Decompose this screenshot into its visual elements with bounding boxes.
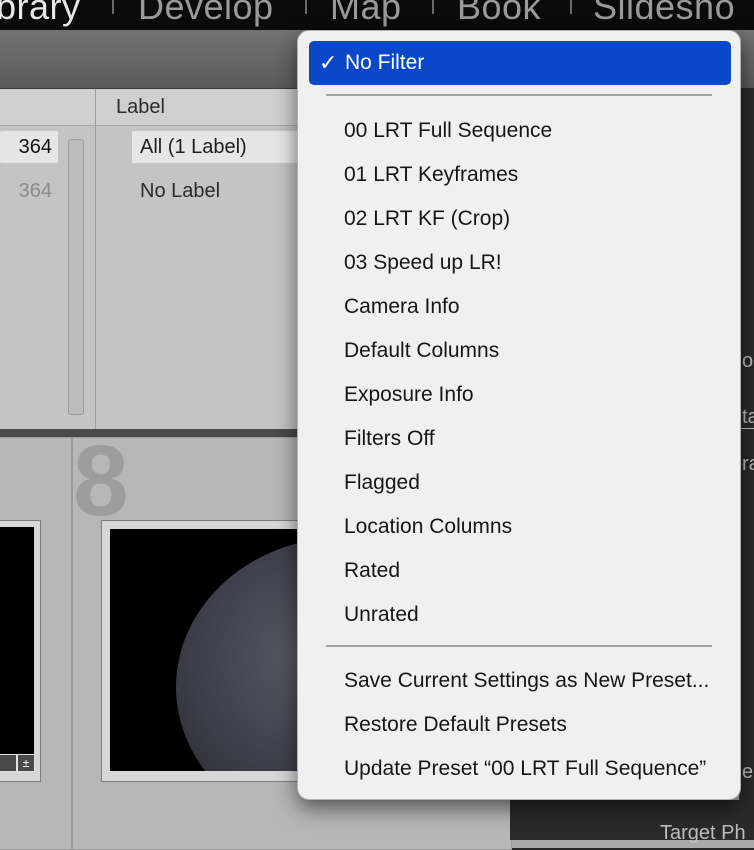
menu-item-preset[interactable]: Filters Off	[344, 424, 435, 454]
module-map[interactable]: Map	[330, 0, 402, 28]
menu-item-preset[interactable]: Flagged	[344, 468, 420, 498]
module-separator	[112, 0, 114, 14]
module-separator	[570, 0, 572, 14]
label-row-all[interactable]: All (1 Label)	[132, 131, 318, 163]
menu-item-preset[interactable]: Location Columns	[344, 512, 512, 542]
right-panel-fragment: ra	[742, 453, 754, 475]
module-develop[interactable]: Develop	[138, 0, 274, 28]
column-divider[interactable]	[95, 89, 96, 429]
menu-item-preset[interactable]: Rated	[344, 556, 400, 586]
lower-right-panel: Target Ph	[510, 800, 754, 844]
menu-item-preset[interactable]: Default Columns	[344, 336, 499, 366]
custom-filter-menu: ✓ No Filter 00 LRT Full Sequence 01 LRT …	[297, 30, 741, 800]
label-row-no-label[interactable]: No Label	[132, 175, 228, 207]
module-picker: brary Develop Map Book Slidesho	[0, 0, 754, 30]
count-value: 364	[18, 136, 52, 158]
right-panel: o ta	[739, 88, 754, 428]
module-separator	[305, 0, 307, 14]
menu-item-restore-defaults[interactable]: Restore Default Presets	[344, 710, 567, 740]
menu-item-update-preset[interactable]: Update Preset “00 LRT Full Sequence”	[344, 754, 706, 784]
count-cell: 364	[0, 131, 58, 163]
checkmark-icon: ✓	[319, 50, 338, 75]
count-cell: 364	[0, 175, 58, 207]
right-panel-fragment: o	[742, 350, 754, 372]
menu-item-preset[interactable]: Unrated	[344, 600, 419, 630]
grid-cell[interactable]: ±	[0, 437, 72, 850]
edit-badge-icon: ±	[17, 754, 35, 772]
right-panel: ra e	[739, 429, 754, 840]
menu-item-label: No Filter	[345, 51, 425, 74]
menu-item-preset[interactable]: Camera Info	[344, 292, 460, 322]
column-scrollbar[interactable]	[68, 139, 84, 415]
right-panel-fragment: ta	[742, 406, 754, 428]
menu-item-preset[interactable]: Exposure Info	[344, 380, 474, 410]
menu-item-preset[interactable]: 00 LRT Full Sequence	[344, 116, 552, 146]
right-panel-fragment: e	[742, 761, 754, 783]
module-slideshow[interactable]: Slidesho	[593, 0, 735, 28]
menu-item-preset[interactable]: 01 LRT Keyframes	[344, 160, 518, 190]
thumbnail[interactable]	[0, 527, 34, 771]
menu-item-preset[interactable]: 02 LRT KF (Crop)	[344, 204, 510, 234]
module-book[interactable]: Book	[457, 0, 541, 28]
metadata-badge-icon	[0, 754, 17, 772]
label-column-header[interactable]: Label	[116, 96, 165, 119]
count-value: 364	[18, 180, 52, 202]
menu-item-save-preset[interactable]: Save Current Settings as New Preset...	[344, 666, 709, 696]
menu-separator	[326, 94, 712, 96]
module-separator	[432, 0, 434, 14]
target-photo-label: Target Ph	[660, 822, 746, 844]
module-library[interactable]: brary	[0, 0, 81, 28]
menu-item-no-filter[interactable]: ✓ No Filter	[309, 41, 731, 85]
thumbnail-frame	[0, 520, 41, 782]
menu-separator	[326, 645, 712, 647]
menu-item-preset[interactable]: 03 Speed up LR!	[344, 248, 502, 278]
